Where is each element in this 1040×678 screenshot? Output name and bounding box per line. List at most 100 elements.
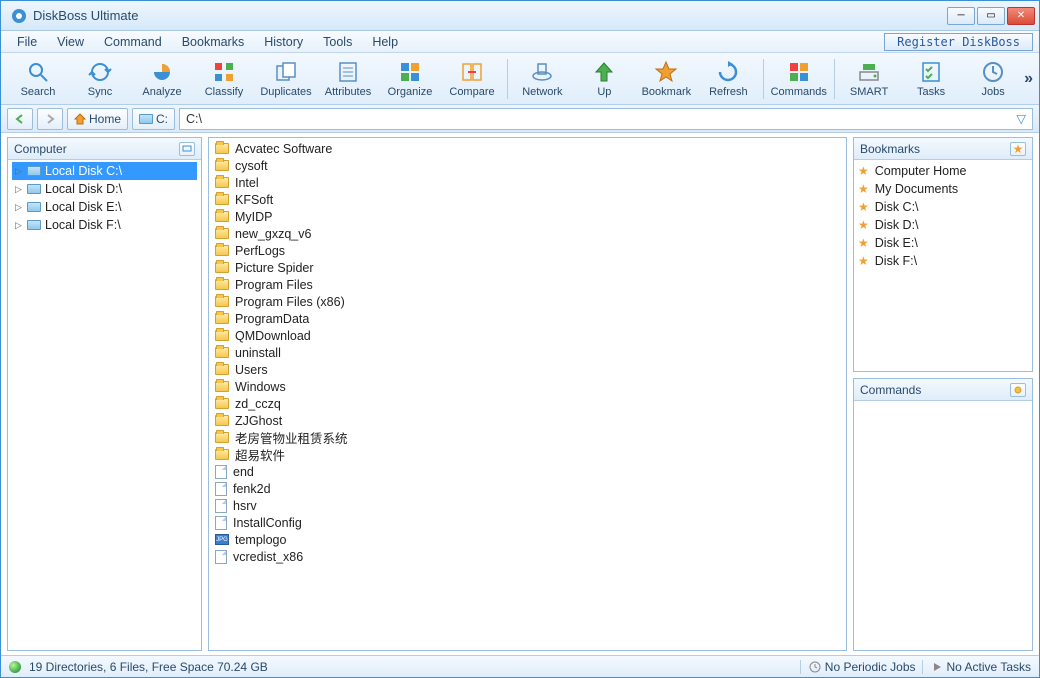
file-item[interactable]: MyIDP <box>215 208 840 225</box>
menu-file[interactable]: File <box>7 33 47 51</box>
file-item[interactable]: Windows <box>215 378 840 395</box>
file-item[interactable]: uninstall <box>215 344 840 361</box>
computer-panel-title: Computer <box>14 142 67 156</box>
toolbar-commands-button[interactable]: Commands <box>768 55 830 103</box>
expander-icon[interactable]: ▷ <box>14 184 23 195</box>
tree-item[interactable]: ▷Local Disk D:\ <box>12 180 197 198</box>
toolbar-label: Organize <box>388 86 433 98</box>
expander-icon[interactable]: ▷ <box>14 220 23 231</box>
toolbar-label: Jobs <box>981 86 1004 98</box>
toolbar-organize-button[interactable]: Organize <box>379 55 441 103</box>
toolbar-bookmark-button[interactable]: Bookmark <box>635 55 697 103</box>
bookmark-item[interactable]: ★My Documents <box>858 180 1028 198</box>
toolbar-network-button[interactable]: Network <box>511 55 573 103</box>
toolbar-classify-button[interactable]: Classify <box>193 55 255 103</box>
toolbar-label: Commands <box>771 86 827 98</box>
folder-icon <box>215 449 229 460</box>
file-item[interactable]: InstallConfig <box>215 514 840 531</box>
file-item[interactable]: hsrv <box>215 497 840 514</box>
toolbar-search-button[interactable]: Search <box>7 55 69 103</box>
nav-home-button[interactable]: Home <box>67 108 128 130</box>
close-button[interactable]: ✕ <box>1007 7 1035 25</box>
tree-item-label: Local Disk C:\ <box>45 164 122 178</box>
toolbar-duplicates-button[interactable]: Duplicates <box>255 55 317 103</box>
toolbar-jobs-button[interactable]: Jobs <box>962 55 1024 103</box>
folder-icon <box>215 211 229 222</box>
file-name: fenk2d <box>233 482 271 496</box>
menu-tools[interactable]: Tools <box>313 33 362 51</box>
file-item[interactable]: Program Files <box>215 276 840 293</box>
computer-panel-icon[interactable] <box>179 142 195 156</box>
status-periodic-jobs[interactable]: No Periodic Jobs <box>800 660 916 674</box>
star-icon: ★ <box>858 254 869 268</box>
folder-icon <box>215 432 229 443</box>
path-dropdown-icon[interactable]: ▽ <box>1016 111 1026 126</box>
file-item[interactable]: PerfLogs <box>215 242 840 259</box>
file-item[interactable]: Intel <box>215 174 840 191</box>
nav-forward-button[interactable] <box>37 108 63 130</box>
file-item[interactable]: new_gxzq_v6 <box>215 225 840 242</box>
toolbar-up-button[interactable]: Up <box>573 55 635 103</box>
tree-item[interactable]: ▷Local Disk E:\ <box>12 198 197 216</box>
toolbar-analyze-button[interactable]: Analyze <box>131 55 193 103</box>
file-item[interactable]: zd_cczq <box>215 395 840 412</box>
file-item[interactable]: ZJGhost <box>215 412 840 429</box>
nav-back-button[interactable] <box>7 108 33 130</box>
toolbar-smart-button[interactable]: SMART <box>838 55 900 103</box>
file-item[interactable]: ProgramData <box>215 310 840 327</box>
toolbar-overflow-button[interactable]: » <box>1024 70 1033 88</box>
menu-bar: FileViewCommandBookmarksHistoryToolsHelp… <box>1 31 1039 53</box>
expander-icon[interactable]: ▷ <box>14 202 23 213</box>
bookmarks-panel-icon[interactable]: ★ <box>1010 142 1026 156</box>
bookmark-item[interactable]: ★Disk F:\ <box>858 252 1028 270</box>
status-active-tasks[interactable]: No Active Tasks <box>922 660 1031 674</box>
tree-item[interactable]: ▷Local Disk F:\ <box>12 216 197 234</box>
toolbar-label: SMART <box>850 86 888 98</box>
attributes-icon <box>336 60 360 84</box>
file-item[interactable]: Acvatec Software <box>215 140 840 157</box>
menu-history[interactable]: History <box>254 33 313 51</box>
bookmark-item[interactable]: ★Computer Home <box>858 162 1028 180</box>
toolbar-sync-button[interactable]: Sync <box>69 55 131 103</box>
path-input[interactable]: C:\ ▽ <box>179 108 1033 130</box>
folder-icon <box>215 313 229 324</box>
menu-command[interactable]: Command <box>94 33 172 51</box>
bookmark-item[interactable]: ★Disk D:\ <box>858 216 1028 234</box>
network-icon <box>530 60 554 84</box>
file-item[interactable]: 超易软件 <box>215 446 840 463</box>
computer-tree: ▷Local Disk C:\▷Local Disk D:\▷Local Dis… <box>8 160 201 650</box>
minimize-button[interactable]: ─ <box>947 7 975 25</box>
file-item[interactable]: KFSoft <box>215 191 840 208</box>
file-item[interactable]: fenk2d <box>215 480 840 497</box>
menu-help[interactable]: Help <box>362 33 408 51</box>
file-item[interactable]: Users <box>215 361 840 378</box>
toolbar-attributes-button[interactable]: Attributes <box>317 55 379 103</box>
folder-icon <box>215 330 229 341</box>
toolbar-tasks-button[interactable]: Tasks <box>900 55 962 103</box>
file-item[interactable]: QMDownload <box>215 327 840 344</box>
star-icon: ★ <box>858 218 869 232</box>
file-item[interactable]: cysoft <box>215 157 840 174</box>
tree-item[interactable]: ▷ Local Disk C:\ <box>12 162 197 180</box>
toolbar-label: Tasks <box>917 86 945 98</box>
star-icon: ★ <box>1013 142 1024 156</box>
register-button[interactable]: Register DiskBoss <box>884 33 1033 51</box>
file-item[interactable]: end <box>215 463 840 480</box>
bookmark-item[interactable]: ★Disk C:\ <box>858 198 1028 216</box>
commands-panel-icon[interactable] <box>1010 383 1026 397</box>
maximize-button[interactable]: ▭ <box>977 7 1005 25</box>
file-item[interactable]: 老房管物业租赁系统 <box>215 429 840 446</box>
right-sidebar: Bookmarks ★ ★Computer Home★My Documents★… <box>853 137 1033 651</box>
file-list[interactable]: Acvatec SoftwarecysoftIntelKFSoftMyIDPne… <box>209 138 846 650</box>
toolbar-refresh-button[interactable]: Refresh <box>697 55 759 103</box>
bookmark-item[interactable]: ★Disk E:\ <box>858 234 1028 252</box>
file-item[interactable]: Picture Spider <box>215 259 840 276</box>
menu-view[interactable]: View <box>47 33 94 51</box>
expander-icon[interactable]: ▷ <box>14 166 23 177</box>
file-item[interactable]: vcredist_x86 <box>215 548 840 565</box>
file-item[interactable]: JPGtemplogo <box>215 531 840 548</box>
toolbar-compare-button[interactable]: Compare <box>441 55 503 103</box>
nav-drive-button[interactable]: C: <box>132 108 175 130</box>
file-item[interactable]: Program Files (x86) <box>215 293 840 310</box>
menu-bookmarks[interactable]: Bookmarks <box>172 33 255 51</box>
